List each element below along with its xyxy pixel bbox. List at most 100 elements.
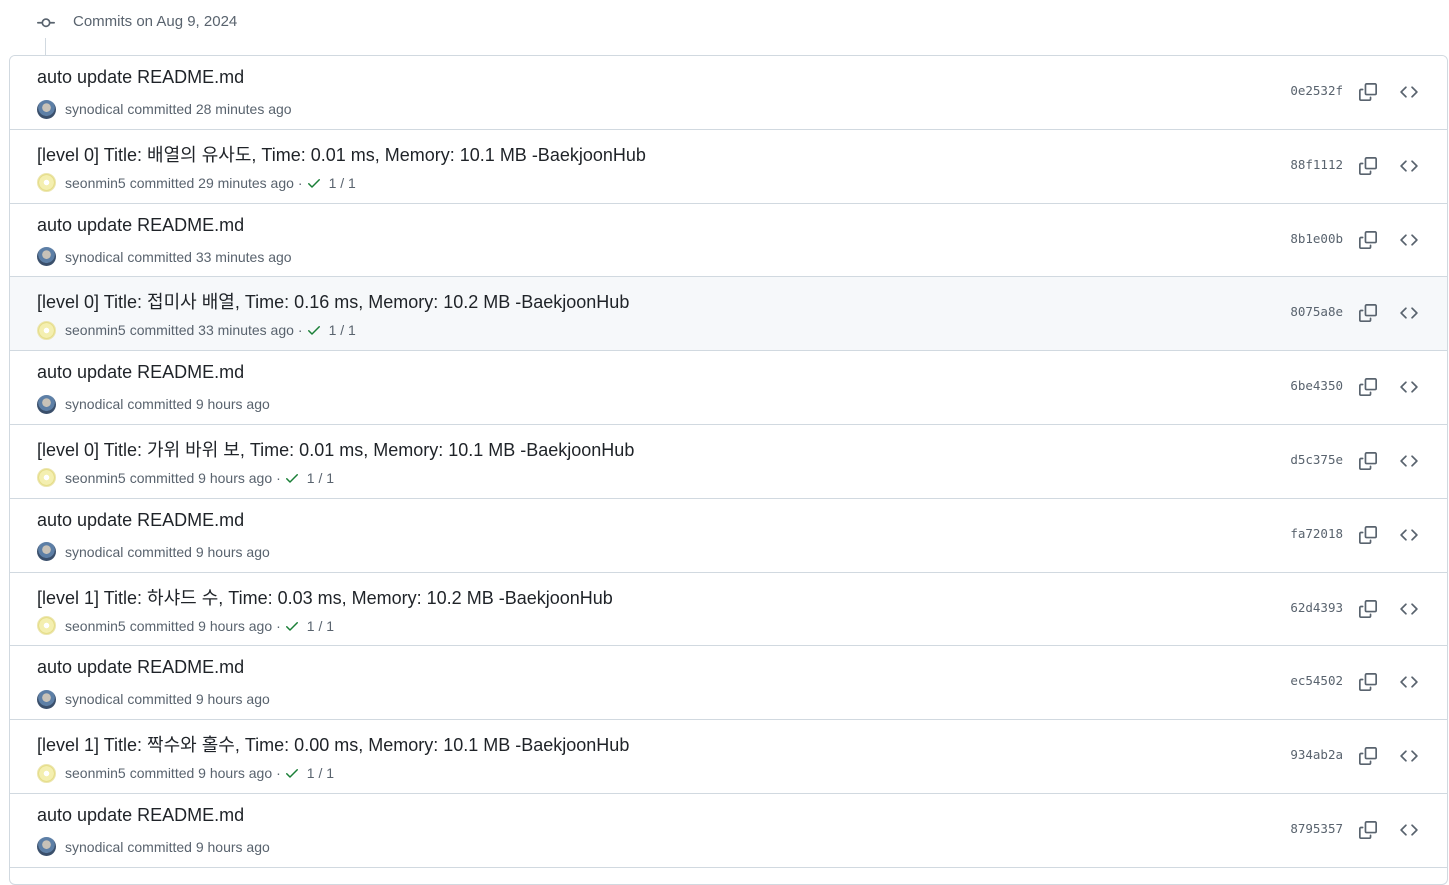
avatar[interactable] [37,247,56,267]
avatar[interactable] [37,99,56,119]
code-icon[interactable] [1398,450,1420,472]
commit-sha[interactable]: 0e2532f [1290,83,1343,98]
commit-sha[interactable]: 62d4393 [1290,600,1343,615]
commit-row[interactable]: [level 1] Title: 하샤드 수, Time: 0.03 ms, M… [10,572,1447,647]
commit-sha[interactable]: d5c375e [1290,452,1343,467]
commit-sha[interactable]: 934ab2a [1290,747,1343,762]
avatar[interactable] [37,320,56,340]
copy-icon[interactable] [1357,819,1379,841]
commit-row[interactable]: auto update README.md synodical committed … [10,203,1447,278]
code-icon[interactable] [1398,155,1420,177]
code-icon[interactable] [1398,671,1420,693]
commit-row[interactable]: [level 0] Title: 접미사 배열, Time: 0.16 ms, … [10,277,1447,352]
copy-icon[interactable] [1357,155,1379,177]
commit-sha[interactable]: 6be4350 [1290,378,1343,393]
avatar[interactable] [37,689,56,709]
commit-author[interactable]: seonmin5 [65,470,126,486]
avatar[interactable] [37,394,56,414]
commit-action: committed [127,248,192,265]
commit-row[interactable]: auto update README.md synodical committed … [10,351,1447,425]
check-icon[interactable] [306,175,322,191]
code-icon[interactable] [1398,229,1420,251]
code-icon[interactable] [1398,376,1420,398]
avatar[interactable] [37,837,56,857]
commit-author[interactable]: synodical [65,544,123,560]
copy-icon[interactable] [1357,376,1379,398]
commit-author[interactable]: seonmin5 [65,175,126,191]
copy-icon[interactable] [1357,302,1379,324]
commit-row[interactable]: auto update README.md synodical committed … [10,56,1447,130]
commit-meta: seonmin5 committed 9 hours ago · 1 / 1 [37,616,334,636]
copy-icon[interactable] [1357,745,1379,767]
commit-sha[interactable]: ec54502 [1290,673,1343,688]
commit-title[interactable]: [level 0] Title: 접미사 배열, Time: 0.16 ms, … [37,288,629,314]
commit-author[interactable]: seonmin5 [65,765,126,781]
commit-row[interactable]: [level 0] Title: 배열의 유사도, Time: 0.01 ms,… [10,129,1447,204]
commit-time: 9 hours ago [195,838,270,855]
commit-sha[interactable]: 8075a8e [1290,304,1343,319]
separator-dot: · [276,617,281,634]
copy-icon[interactable] [1357,524,1379,546]
commit-title[interactable]: [level 0] Title: 배열의 유사도, Time: 0.01 ms,… [37,141,646,167]
check-icon[interactable] [306,322,322,338]
avatar[interactable] [37,616,56,636]
checks-count[interactable]: 1 / 1 [307,618,334,634]
copy-icon[interactable] [1357,671,1379,693]
commit-author[interactable]: synodical [65,396,123,412]
code-icon[interactable] [1398,598,1420,620]
commit-time: 9 hours ago [198,765,273,782]
avatar[interactable] [37,763,56,783]
commit-title[interactable]: auto update README.md [37,657,244,678]
commit-sha[interactable]: 8b1e00b [1290,231,1343,246]
commit-action: committed [129,617,195,634]
checks-count[interactable]: 1 / 1 [329,175,356,191]
commit-title[interactable]: [level 1] Title: 짝수와 홀수, Time: 0.00 ms, … [37,731,629,757]
commit-sha[interactable]: fa72018 [1290,526,1343,541]
avatar[interactable] [37,468,56,488]
code-icon[interactable] [1398,524,1420,546]
commit-time: 33 minutes ago [195,248,292,265]
commit-author[interactable]: synodical [65,101,123,117]
code-icon[interactable] [1398,745,1420,767]
avatar[interactable] [37,542,56,562]
commit-row[interactable]: [level 1] Title: 짝수와 홀수, Time: 0.00 ms, … [10,720,1447,794]
commit-author[interactable]: synodical [65,249,123,265]
commit-title[interactable]: auto update README.md [37,215,244,236]
check-icon[interactable] [284,470,300,486]
commit-author[interactable]: synodical [65,691,123,707]
commit-sha[interactable]: 8795357 [1290,821,1343,836]
commit-action: committed [127,691,192,708]
copy-icon[interactable] [1357,450,1379,472]
code-icon[interactable] [1398,81,1420,103]
commit-title[interactable]: auto update README.md [37,805,244,826]
commit-action: committed [127,543,192,560]
commit-title[interactable]: auto update README.md [37,510,244,531]
commit-title[interactable]: auto update README.md [37,67,244,88]
checks-count[interactable]: 1 / 1 [329,322,356,338]
copy-icon[interactable] [1357,598,1379,620]
commit-list: auto update README.md synodical committed … [9,55,1448,885]
checks-count[interactable]: 1 / 1 [307,765,334,781]
code-icon[interactable] [1398,819,1420,841]
code-icon[interactable] [1398,302,1420,324]
commit-title[interactable]: [level 0] Title: 가위 바위 보, Time: 0.01 ms,… [37,436,634,462]
commit-sha[interactable]: 88f1112 [1290,157,1343,172]
commit-group-title: Commits on Aug 9, 2024 [73,13,238,30]
avatar[interactable] [37,173,56,193]
commit-time: 9 hours ago [198,469,273,486]
commit-row[interactable]: auto update README.md synodical committed … [10,646,1447,721]
check-icon[interactable] [284,618,300,634]
copy-icon[interactable] [1357,81,1379,103]
commit-row[interactable]: auto update README.md synodical committed … [10,498,1447,573]
commit-author[interactable]: seonmin5 [65,322,126,338]
commit-row[interactable]: [level 0] Title: 가위 바위 보, Time: 0.01 ms,… [10,424,1447,499]
check-icon[interactable] [284,765,300,781]
commit-author[interactable]: seonmin5 [65,618,126,634]
commit-title[interactable]: auto update README.md [37,362,244,383]
checks-count[interactable]: 1 / 1 [307,470,334,486]
copy-icon[interactable] [1357,229,1379,251]
commit-title[interactable]: [level 1] Title: 하샤드 수, Time: 0.03 ms, M… [37,584,613,610]
commit-author[interactable]: synodical [65,839,123,855]
commit-row[interactable]: auto update README.md synodical committed … [10,793,1447,868]
commit-meta: synodical committed 9 hours ago [37,837,270,857]
